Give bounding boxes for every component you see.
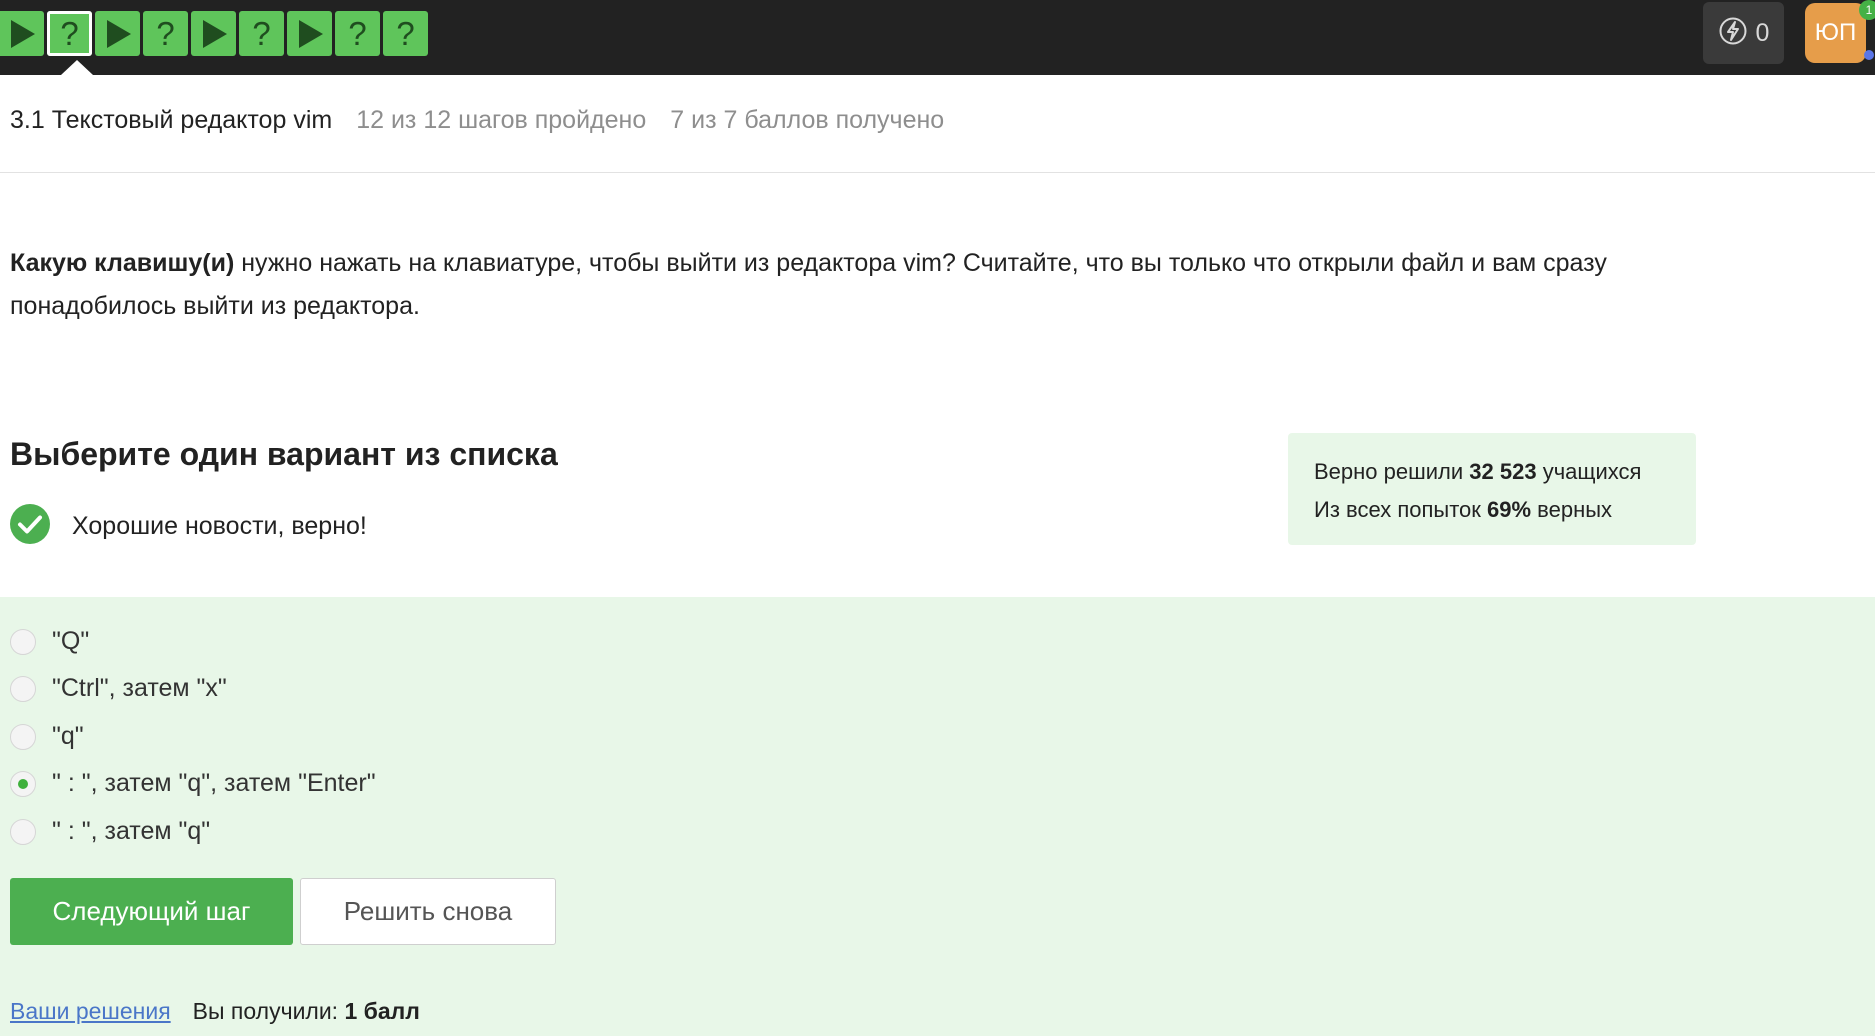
status-dot <box>1864 50 1874 60</box>
stats-solved: Верно решили 32 523 учащихся <box>1314 453 1670 491</box>
step-tile-4[interactable]: ? <box>143 11 188 56</box>
lesson-header: 3.1 Текстовый редактор vim 12 из 12 шагов… <box>10 106 944 135</box>
check-circle-icon <box>10 504 50 549</box>
step-tile-2[interactable]: ? <box>47 11 92 56</box>
question-mark-icon: ? <box>396 15 415 52</box>
option-label: "Q" <box>52 627 90 655</box>
option-label: " : ", затем "q", затем "Enter" <box>52 769 376 797</box>
score-progress: 7 из 7 баллов получено <box>670 106 945 134</box>
radio-button[interactable] <box>10 675 36 702</box>
question-mark-icon: ? <box>156 15 175 52</box>
steps-progress: 12 из 12 шагов пройдено <box>356 106 647 134</box>
step-tile-6[interactable]: ? <box>239 11 284 56</box>
stats-attempts: Из всех попыток 69% верных <box>1314 491 1670 529</box>
step-tile-9[interactable]: ? <box>383 11 428 56</box>
option-2[interactable]: "Ctrl", затем "x" <box>10 674 227 703</box>
lesson-title: 3.1 Текстовый редактор vim <box>10 106 333 134</box>
question-bold: Какую клавишу(и) <box>10 249 235 277</box>
user-avatar[interactable]: ЮП <box>1805 3 1866 63</box>
play-icon <box>199 18 229 50</box>
stats-solved-count: 32 523 <box>1469 459 1537 484</box>
play-icon <box>295 18 325 50</box>
current-step-pointer <box>61 60 93 75</box>
radio-button[interactable] <box>10 628 36 655</box>
step-tile-5[interactable] <box>191 11 236 56</box>
option-label: "q" <box>52 722 84 750</box>
question-text: Какую клавишу(и) нужно нажать на клавиат… <box>10 242 1670 328</box>
points-value: 1 балл <box>344 998 420 1024</box>
play-icon <box>103 18 133 50</box>
option-label: " : ", затем "q" <box>52 817 211 845</box>
points-received: Вы получили: 1 балл <box>193 998 420 1024</box>
play-icon <box>7 18 37 50</box>
answers-area <box>0 597 1875 1036</box>
result-line: Ваши решения Вы получили: 1 балл <box>10 998 420 1025</box>
radio-button-checked[interactable] <box>10 770 36 797</box>
question-body: нужно нажать на клавиатуре, чтобы выйти … <box>10 249 1607 320</box>
question-mark-icon: ? <box>252 15 271 52</box>
stats-box: Верно решили 32 523 учащихся Из всех поп… <box>1288 433 1696 545</box>
stats-solved-prefix: Верно решили <box>1314 459 1470 484</box>
option-4[interactable]: " : ", затем "q", затем "Enter" <box>10 769 376 798</box>
radio-button[interactable] <box>10 723 36 750</box>
quiz-title: Выберите один вариант из списка <box>10 436 558 472</box>
stats-attempts-percent: 69% <box>1487 497 1532 522</box>
stats-attempts-suffix: верных <box>1531 497 1613 522</box>
header-divider <box>0 172 1875 173</box>
option-5[interactable]: " : ", затем "q" <box>10 817 210 846</box>
option-label: "Ctrl", затем "x" <box>52 674 227 702</box>
your-solutions-link[interactable]: Ваши решения <box>10 998 171 1024</box>
top-navigation-bar: ????? 0 ЮП 1 <box>0 0 1875 75</box>
question-mark-icon: ? <box>60 15 79 52</box>
step-tile-7[interactable] <box>287 11 332 56</box>
lightning-icon <box>1718 16 1748 51</box>
question-mark-icon: ? <box>348 15 367 52</box>
stats-attempts-prefix: Из всех попыток <box>1314 497 1487 522</box>
energy-count: 0 <box>1755 18 1770 47</box>
next-step-button[interactable]: Следующий шаг <box>10 878 293 945</box>
radio-button[interactable] <box>10 818 36 845</box>
feedback-text: Хорошие новости, верно! <box>72 512 367 540</box>
solve-again-button[interactable]: Решить снова <box>300 878 556 945</box>
stats-solved-suffix: учащихся <box>1536 459 1642 484</box>
option-3[interactable]: "q" <box>10 722 84 751</box>
step-tile-3[interactable] <box>95 11 140 56</box>
step-tile-1[interactable] <box>0 11 44 56</box>
step-navigation: ????? <box>0 11 431 56</box>
step-tile-8[interactable]: ? <box>335 11 380 56</box>
feedback-message: Хорошие новости, верно! <box>10 504 367 549</box>
option-1[interactable]: "Q" <box>10 627 89 656</box>
points-prefix: Вы получили: <box>192 998 345 1024</box>
energy-button[interactable]: 0 <box>1703 2 1784 64</box>
notification-badge[interactable]: 1 <box>1859 0 1875 20</box>
